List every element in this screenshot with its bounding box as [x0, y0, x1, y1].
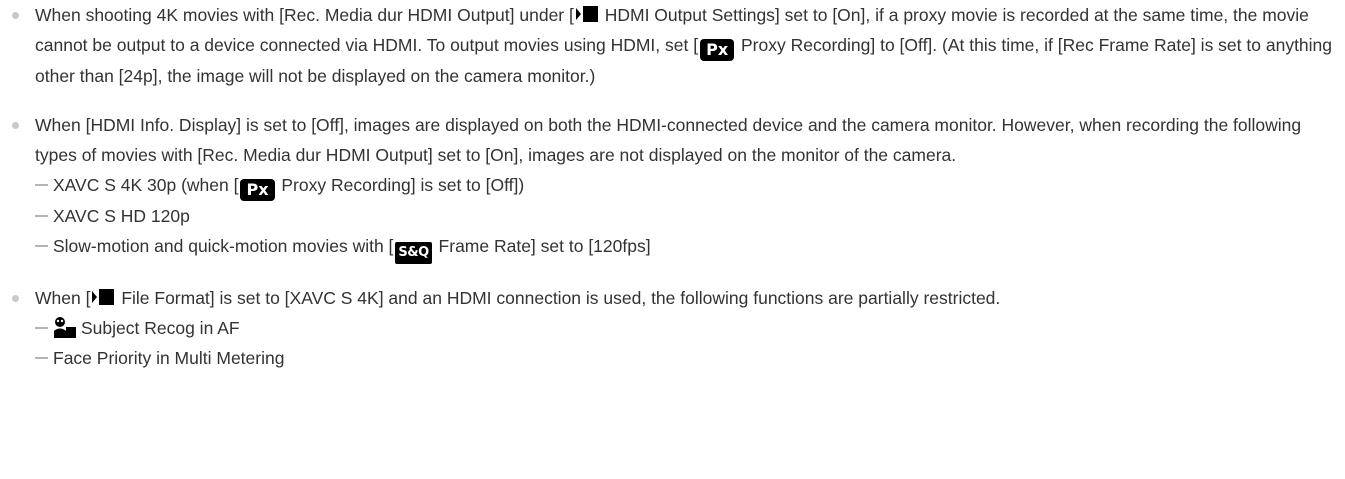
bullet [12, 12, 19, 19]
movie-mode-icon [575, 6, 598, 22]
note2-item1-b: Proxy Recording] is set to [Off]) [276, 175, 525, 195]
proxy-icon: Px [240, 179, 275, 201]
note1-text-a: When shooting 4K movies with [Rec. Media… [35, 5, 574, 25]
notes-list: When shooting 4K movies with [Rec. Media… [0, 0, 1345, 373]
dash-marker [35, 215, 48, 217]
sq-icon: S&Q [395, 242, 432, 264]
dash-marker [35, 357, 48, 359]
list-item: Subject Recog in AF [35, 313, 1345, 343]
dash-marker [35, 245, 48, 247]
note2-text: When [HDMI Info. Display] is set to [Off… [35, 115, 1302, 165]
bullet [12, 122, 19, 129]
restricted-movie-list: XAVC S 4K 30p (when [Px Proxy Recording]… [35, 170, 1345, 264]
help-page: When shooting 4K movies with [Rec. Media… [0, 0, 1345, 479]
note-file-format: When [ File Format] is set to [XAVC S 4K… [0, 283, 1345, 373]
note3-item2: Face Priority in Multi Metering [53, 348, 285, 368]
list-item: Slow-motion and quick-motion movies with… [35, 231, 1345, 264]
subject-recognition-icon [54, 317, 76, 338]
restricted-function-list: Subject Recog in AF Face Priority in Mul… [35, 313, 1345, 373]
note2-item2: XAVC S HD 120p [53, 206, 190, 226]
dash-marker [35, 327, 48, 329]
note2-item3-a: Slow-motion and quick-motion movies with… [53, 236, 394, 256]
bullet [12, 295, 19, 302]
note3-text-a: When [ [35, 288, 91, 308]
note3-item1: Subject Recog in AF [81, 318, 240, 338]
movie-mode-icon [92, 289, 115, 305]
note3-text-b: File Format] is set to [XAVC S 4K] and a… [116, 288, 1001, 308]
list-item: Face Priority in Multi Metering [35, 343, 1345, 373]
note2-item1-a: XAVC S 4K 30p (when [ [53, 175, 239, 195]
list-item: XAVC S 4K 30p (when [Px Proxy Recording]… [35, 170, 1345, 201]
note-hdmi-info-display: When [HDMI Info. Display] is set to [Off… [0, 110, 1345, 264]
list-item: XAVC S HD 120p [35, 201, 1345, 231]
note-hdmi-proxy: When shooting 4K movies with [Rec. Media… [0, 0, 1345, 91]
note2-item3-b: Frame Rate] set to [120fps] [433, 236, 651, 256]
proxy-icon: Px [700, 39, 735, 61]
dash-marker [35, 184, 48, 186]
